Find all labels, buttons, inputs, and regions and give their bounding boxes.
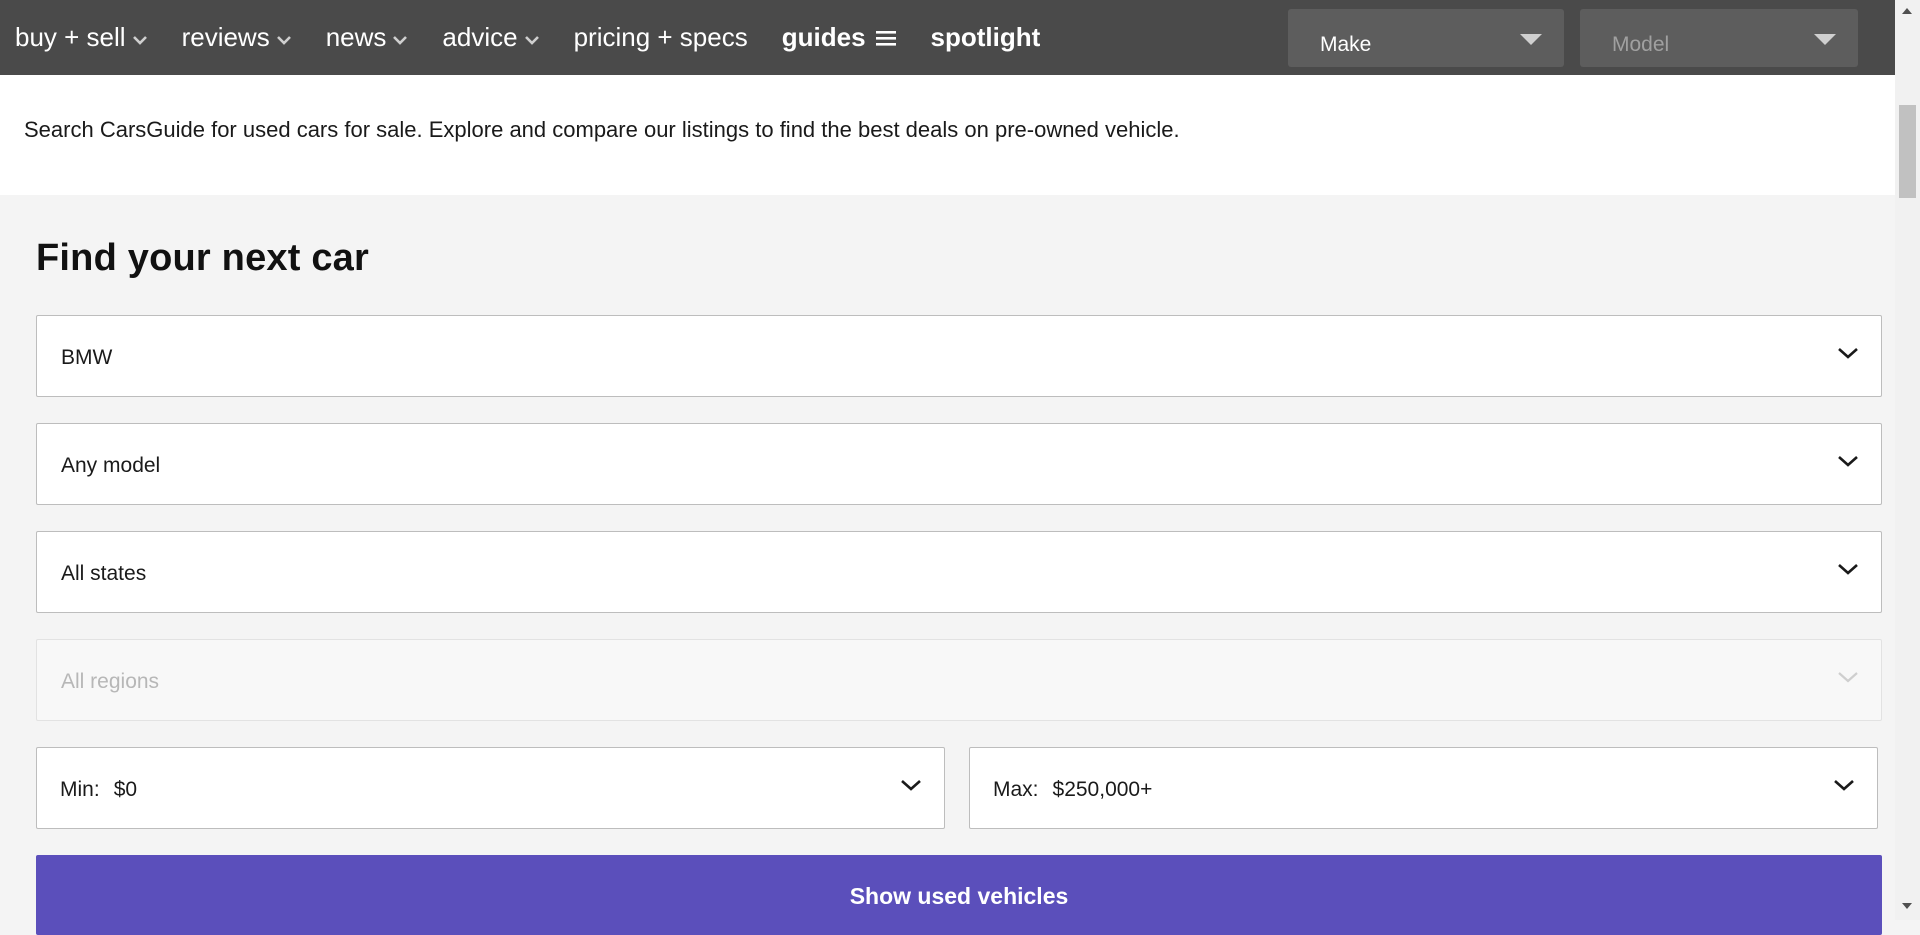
nav-item-label: advice: [442, 22, 518, 52]
nav-links: buy + sell reviews news advice pricing +…: [15, 0, 1074, 75]
nav-item-label: guides: [781, 22, 866, 52]
nav-item-label: spotlight: [930, 22, 1041, 52]
model-select-value: Any model: [61, 454, 161, 477]
region-select: All regions: [36, 639, 1882, 721]
nav-item-news[interactable]: news: [326, 22, 409, 53]
nav-item-guides[interactable]: guides: [782, 22, 897, 53]
intro-section: Search CarsGuide for used cars for sale.…: [0, 75, 1895, 195]
show-used-vehicles-button[interactable]: Show used vehicles: [36, 855, 1882, 935]
state-select-value: All states: [61, 562, 147, 585]
chevron-down-icon: [393, 35, 408, 45]
nav-item-label: buy + sell: [15, 22, 126, 52]
top-navigation-bar: buy + sell reviews news advice pricing +…: [0, 0, 1895, 75]
nav-item-reviews[interactable]: reviews: [182, 22, 292, 53]
chevron-down-icon: [1838, 672, 1858, 683]
max-price-select[interactable]: Max: $250,000+: [969, 747, 1878, 829]
dropdown-triangle-icon: [1520, 34, 1542, 45]
nav-model-select-value: Model: [1612, 33, 1670, 56]
make-select-value: BMW: [61, 346, 113, 369]
nav-item-pricing-specs[interactable]: pricing + specs: [574, 22, 748, 53]
chevron-down-icon: [1838, 456, 1858, 467]
nav-item-label: pricing + specs: [573, 22, 748, 52]
min-price-value-wrap: Min: $0: [60, 778, 137, 802]
min-price-prefix: Min:: [60, 778, 100, 801]
chevron-down-icon: [1838, 348, 1858, 359]
chevron-down-icon: [901, 780, 921, 791]
menu-lines-icon: [875, 30, 896, 46]
chevron-down-icon: [1834, 780, 1854, 791]
max-price-value-wrap: Max: $250,000+: [993, 778, 1152, 802]
search-heading: Find your next car: [36, 237, 370, 279]
nav-item-label: reviews: [181, 22, 270, 52]
min-price-value: $0: [113, 778, 138, 801]
scroll-down-arrow-icon[interactable]: [1902, 903, 1912, 909]
max-price-prefix: Max:: [993, 778, 1039, 801]
dropdown-triangle-icon: [1814, 34, 1836, 45]
nav-make-select[interactable]: Make: [1288, 9, 1564, 67]
chevron-down-icon: [524, 35, 539, 45]
nav-item-buy-sell[interactable]: buy + sell: [15, 22, 148, 53]
page-scrollbar[interactable]: [1895, 0, 1920, 920]
nav-make-select-value: Make: [1320, 33, 1372, 56]
state-select[interactable]: All states: [36, 531, 1882, 613]
chevron-down-icon: [1838, 564, 1858, 575]
region-select-value: All regions: [61, 670, 160, 693]
nav-model-select[interactable]: Model: [1580, 9, 1858, 67]
scroll-up-arrow-icon[interactable]: [1902, 8, 1912, 14]
nav-item-advice[interactable]: advice: [442, 22, 539, 53]
chevron-down-icon: [132, 35, 147, 45]
scrollbar-thumb[interactable]: [1899, 105, 1916, 198]
nav-item-label: news: [325, 22, 387, 52]
chevron-down-icon: [276, 35, 291, 45]
model-select[interactable]: Any model: [36, 423, 1882, 505]
nav-item-spotlight[interactable]: spotlight: [931, 22, 1041, 53]
make-select[interactable]: BMW: [36, 315, 1882, 397]
max-price-value: $250,000+: [1052, 778, 1153, 801]
min-price-select[interactable]: Min: $0: [36, 747, 945, 829]
intro-text: Search CarsGuide for used cars for sale.…: [24, 117, 1180, 142]
